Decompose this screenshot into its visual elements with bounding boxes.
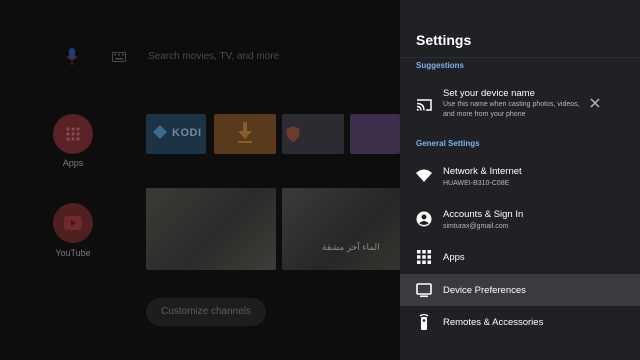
settings-item-title: Network & Internet (443, 166, 522, 177)
settings-item-apps[interactable]: Apps (400, 245, 640, 269)
close-icon[interactable] (588, 96, 602, 110)
apps-tile[interactable] (53, 114, 93, 154)
apps-tile-label: Apps (62, 158, 84, 168)
apps-grid-icon (417, 250, 431, 264)
suggestion-subtitle: Use this name when casting photos, video… (443, 101, 580, 118)
apps-grid-icon (66, 127, 80, 141)
divider (400, 57, 640, 58)
app-card[interactable] (350, 114, 400, 154)
settings-item-subtitle: simturax@gmail.com (443, 223, 509, 230)
cast-icon (416, 99, 432, 111)
settings-item-title: Remotes & Accessories (443, 317, 544, 328)
download-arrow-icon (238, 122, 252, 143)
photo-thumbnail[interactable] (146, 188, 276, 270)
settings-item-network[interactable]: Network & Internet HUAWEI-B310-C08E (400, 160, 640, 192)
settings-item-accounts[interactable]: Accounts & Sign In simturax@gmail.com (400, 203, 640, 235)
microphone-icon[interactable] (66, 48, 78, 66)
youtube-tile-label: YouTube (55, 248, 91, 258)
settings-item-subtitle: HUAWEI-B310-C08E (443, 180, 510, 187)
downloader-card[interactable] (214, 114, 276, 154)
vpn-card[interactable] (282, 114, 344, 154)
settings-item-title: Device Preferences (443, 285, 526, 296)
kodi-card-label: KODI (172, 127, 202, 139)
settings-item-device-preferences[interactable]: Device Preferences (400, 274, 640, 306)
remote-icon (419, 314, 429, 330)
customize-channels-button[interactable]: Customize channels (146, 298, 266, 326)
shield-icon (286, 126, 300, 142)
settings-item-remotes[interactable]: Remotes & Accessories (400, 309, 640, 335)
settings-item-title: Apps (443, 252, 465, 263)
youtube-tile[interactable] (53, 203, 93, 243)
suggestions-header: Suggestions (416, 61, 465, 70)
youtube-logo-icon (64, 216, 82, 230)
wifi-icon (416, 169, 432, 182)
photo-caption: الماء آخر مشقة (322, 242, 380, 252)
keyboard-icon[interactable] (112, 52, 126, 62)
general-settings-header: General Settings (416, 139, 480, 148)
suggestion-device-name[interactable]: Set your device name Use this name when … (400, 84, 640, 130)
search-placeholder[interactable]: Search movies, TV, and more (148, 51, 279, 62)
screen: Search movies, TV, and more Apps YouTube… (0, 0, 640, 360)
kodi-logo-icon (153, 125, 167, 139)
account-icon (416, 211, 432, 227)
tv-icon (416, 283, 432, 298)
settings-item-title: Accounts & Sign In (443, 209, 524, 220)
suggestion-title: Set your device name (443, 88, 535, 99)
photo-thumbnail[interactable] (282, 188, 400, 270)
settings-panel: Settings Suggestions Set your device nam… (400, 0, 640, 360)
panel-title: Settings (416, 32, 472, 48)
